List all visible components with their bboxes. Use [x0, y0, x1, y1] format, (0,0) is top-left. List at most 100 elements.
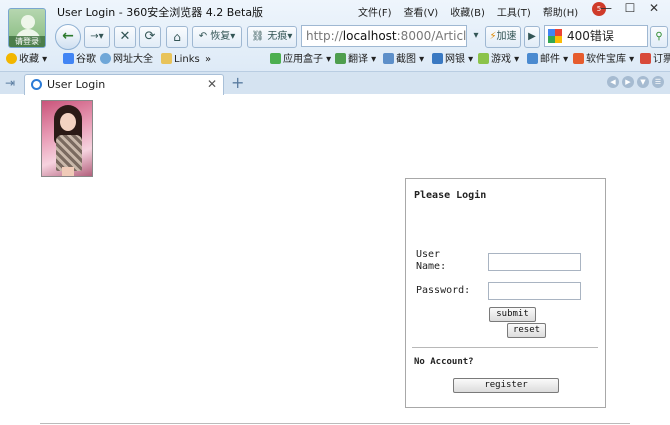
- username-label: User Name:: [416, 249, 447, 272]
- tab-label: User Login: [47, 78, 106, 91]
- restore-button[interactable]: ↶ 恢复▾: [192, 26, 242, 48]
- bookmark-label: 订票: [653, 54, 670, 65]
- google-icon: [548, 29, 562, 43]
- address-path: :8000/Articl: [396, 29, 467, 43]
- chevron-down-icon: ▾: [287, 31, 293, 42]
- bookmark-label: 游戏: [491, 54, 511, 65]
- browser-chrome: 请登录 User Login - 360安全浏览器 4.2 Beta版 文件(F…: [0, 0, 670, 95]
- games-button[interactable]: 游戏 ▾: [478, 52, 519, 67]
- box-icon: [270, 53, 281, 64]
- bookmark-label: 翻译: [348, 54, 368, 65]
- accelerate-label: 加速: [496, 31, 517, 42]
- reset-button[interactable]: reset: [507, 323, 546, 338]
- maximize-button[interactable]: ☐: [620, 1, 640, 17]
- new-tab-button[interactable]: +: [231, 74, 244, 92]
- tab-navigation: ◀ ▶ ▼ ☰: [607, 76, 664, 88]
- incognito-label: 无痕: [267, 31, 288, 42]
- undo-icon: ↶: [198, 31, 208, 42]
- bookmark-label: 邮件: [540, 54, 560, 65]
- mail-button[interactable]: 邮件 ▾: [527, 52, 568, 67]
- close-tab-icon[interactable]: ✕: [207, 75, 217, 94]
- tab-list-icon[interactable]: ▼: [637, 76, 649, 88]
- avatar-label: 请登录: [9, 36, 45, 47]
- tickets-button[interactable]: 订票: [640, 52, 670, 67]
- google-icon: [63, 53, 74, 64]
- address-bar[interactable]: http://localhost:8000/Articl: [301, 25, 467, 47]
- bookmark-label: 应用盒子: [283, 54, 323, 65]
- bookmark-links[interactable]: Links: [161, 52, 200, 67]
- menu-favorites[interactable]: 收藏(B): [450, 4, 485, 19]
- sidebar-toggle-icon[interactable]: ⇥: [5, 76, 15, 90]
- avatar-head-icon: [21, 15, 35, 29]
- window-controls: — ☐ ✕: [596, 1, 664, 17]
- online-bank-button[interactable]: 网银 ▾: [432, 52, 473, 67]
- home-button[interactable]: ⌂: [166, 26, 188, 48]
- back-arrow-icon: ←: [62, 28, 74, 44]
- address-host: localhost: [342, 29, 397, 43]
- tab-user-login[interactable]: User Login ✕: [24, 74, 224, 95]
- password-input[interactable]: [488, 282, 581, 300]
- bookmark-label: 谷歌: [76, 54, 96, 65]
- stop-x-icon: ✕: [119, 29, 131, 44]
- bookmark-url-directory[interactable]: 网址大全: [100, 52, 153, 67]
- register-button[interactable]: register: [453, 378, 559, 393]
- play-icon: ▶: [528, 31, 536, 42]
- bookmark-label: 截图: [396, 54, 416, 65]
- search-button[interactable]: ⚲: [650, 26, 668, 48]
- menu-view[interactable]: 查看(V): [404, 4, 439, 19]
- menu-help[interactable]: 帮助(H): [543, 4, 578, 19]
- username-input[interactable]: [488, 253, 581, 271]
- screenshot-button[interactable]: 截图 ▾: [383, 52, 424, 67]
- page-bottom-divider: [40, 423, 630, 424]
- chevron-down-icon: ▾: [230, 31, 236, 42]
- gamepad-icon: [478, 53, 489, 64]
- bookmark-google[interactable]: 谷歌: [63, 52, 96, 67]
- login-title: Please Login: [414, 190, 487, 201]
- forward-arrow-icon: →▾: [90, 31, 104, 42]
- go-button[interactable]: ▶: [524, 26, 540, 48]
- incognito-button[interactable]: ⛓ 无痕▾: [247, 26, 297, 48]
- bookmark-label: 收藏: [19, 54, 39, 65]
- software-store-button[interactable]: 软件宝库 ▾: [573, 52, 634, 67]
- forward-button[interactable]: →▾: [84, 26, 110, 48]
- tab-scroll-right-icon[interactable]: ▶: [622, 76, 634, 88]
- menu-tools[interactable]: 工具(T): [497, 4, 531, 19]
- store-icon: [573, 53, 584, 64]
- user-avatar-button[interactable]: 请登录: [8, 8, 46, 48]
- no-account-label: No Account?: [414, 357, 474, 367]
- chevron-down-icon: ▾: [473, 30, 479, 41]
- back-button[interactable]: ←: [55, 24, 81, 50]
- translate-button[interactable]: 翻译 ▾: [335, 52, 376, 67]
- tab-scroll-left-icon[interactable]: ◀: [607, 76, 619, 88]
- submit-button[interactable]: submit: [489, 307, 536, 322]
- globe-icon: [100, 53, 111, 64]
- profile-photo: [41, 100, 93, 177]
- search-value: 400错误: [567, 29, 614, 43]
- menu-bar: 文件(F) 查看(V) 收藏(B) 工具(T) 帮助(H): [358, 4, 590, 19]
- search-icon: ⚲: [655, 31, 663, 42]
- stop-button[interactable]: ✕: [114, 26, 136, 48]
- shield-icon: [432, 53, 443, 64]
- incognito-icon: ⛓: [251, 31, 265, 42]
- search-box[interactable]: 400错误: [544, 25, 648, 47]
- login-form: Please Login User Name: Password: submit…: [405, 178, 606, 408]
- close-window-button[interactable]: ✕: [644, 1, 664, 17]
- ticket-icon: [640, 53, 651, 64]
- refresh-button[interactable]: ⟳: [139, 26, 161, 48]
- menu-file[interactable]: 文件(F): [358, 4, 392, 19]
- accelerate-button[interactable]: ⚡加速: [485, 26, 521, 48]
- mail-icon: [527, 53, 538, 64]
- bookmark-label: Links: [174, 54, 200, 65]
- address-dropdown[interactable]: ▾: [469, 26, 483, 48]
- tab-menu-icon[interactable]: ☰: [652, 76, 664, 88]
- address-prefix: http://: [306, 29, 343, 43]
- bookmarks-overflow[interactable]: »: [205, 52, 211, 67]
- bookmark-label: 网银: [445, 54, 465, 65]
- minimize-button[interactable]: —: [596, 1, 616, 17]
- bookmark-label: 网址大全: [113, 54, 153, 65]
- bookmark-favorites[interactable]: 收藏 ▾: [6, 52, 47, 67]
- tab-strip: ⇥ User Login ✕ + ◀ ▶ ▼ ☰: [0, 71, 670, 95]
- refresh-icon: ⟳: [144, 29, 156, 44]
- app-box-button[interactable]: 应用盒子 ▾: [270, 52, 331, 67]
- home-icon: ⌂: [173, 30, 181, 44]
